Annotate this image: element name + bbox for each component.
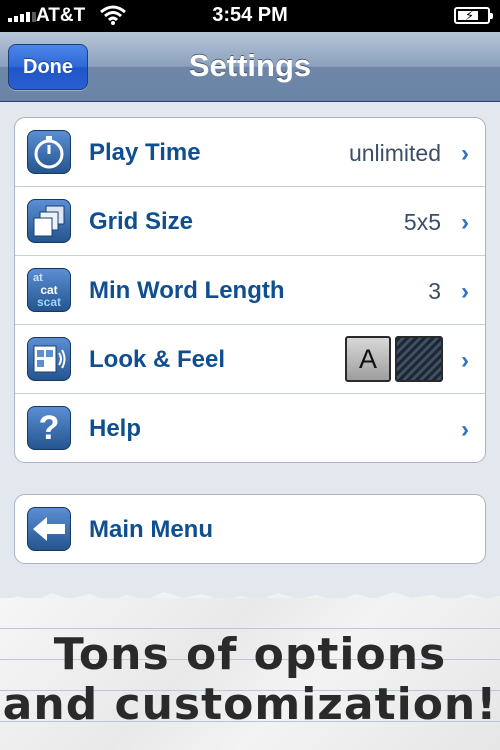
settings-row-label: Look & Feel bbox=[89, 346, 226, 373]
settings-row-play-time[interactable]: Play Time unlimited › bbox=[15, 118, 485, 187]
settings-row-label: Min Word Length bbox=[89, 277, 285, 304]
min-word-length-value: 3 bbox=[428, 278, 441, 304]
status-bar: AT&T 3:54 PM ⚡ bbox=[0, 0, 500, 32]
tagline-line-2: and customization! bbox=[2, 679, 498, 730]
word-length-icon: at cat scat bbox=[27, 268, 71, 312]
font-swatch: A bbox=[345, 336, 391, 382]
settings-row-label: Play Time bbox=[89, 139, 201, 166]
clock: 3:54 PM bbox=[212, 4, 288, 26]
chevron-right-icon: › bbox=[461, 347, 469, 374]
settings-row-help[interactable]: ? Help › bbox=[15, 394, 485, 462]
chevron-right-icon: › bbox=[461, 416, 469, 443]
settings-row-label: Help bbox=[89, 415, 142, 442]
grid-size-value: 5x5 bbox=[403, 209, 441, 235]
chevron-right-icon: › bbox=[461, 209, 469, 236]
play-time-value: unlimited bbox=[348, 140, 441, 166]
tagline-line-1: Tons of options bbox=[53, 629, 447, 680]
settings-list: Play Time unlimited › Grid Size 5x5 › at… bbox=[14, 117, 486, 463]
battery-icon: ⚡ bbox=[454, 7, 493, 24]
main-menu-row[interactable]: Main Menu bbox=[15, 495, 485, 563]
look-and-feel-icon bbox=[27, 337, 71, 381]
page-title: Settings bbox=[188, 48, 312, 83]
stopwatch-icon bbox=[27, 130, 71, 174]
grid-size-icon bbox=[27, 199, 71, 243]
help-icon: ? bbox=[27, 406, 71, 450]
settings-row-min-word-length[interactable]: at cat scat Min Word Length 3 › bbox=[15, 256, 485, 325]
navigation-bar: Done Settings bbox=[0, 32, 500, 102]
settings-row-label: Grid Size bbox=[89, 208, 194, 235]
theme-swatch bbox=[395, 336, 443, 382]
promo-tagline: Tons of options and customization! bbox=[0, 630, 500, 730]
help-icon-glyph: ? bbox=[38, 408, 60, 447]
main-menu-group: Main Menu bbox=[14, 494, 486, 564]
word-length-icon-text: scat bbox=[36, 295, 62, 309]
main-menu-label: Main Menu bbox=[89, 516, 213, 543]
back-arrow-icon bbox=[27, 507, 71, 551]
chevron-right-icon: › bbox=[461, 278, 469, 305]
chevron-right-icon: › bbox=[461, 140, 469, 167]
settings-row-look-and-feel[interactable]: Look & Feel A › bbox=[15, 325, 485, 394]
settings-row-grid-size[interactable]: Grid Size 5x5 › bbox=[15, 187, 485, 256]
